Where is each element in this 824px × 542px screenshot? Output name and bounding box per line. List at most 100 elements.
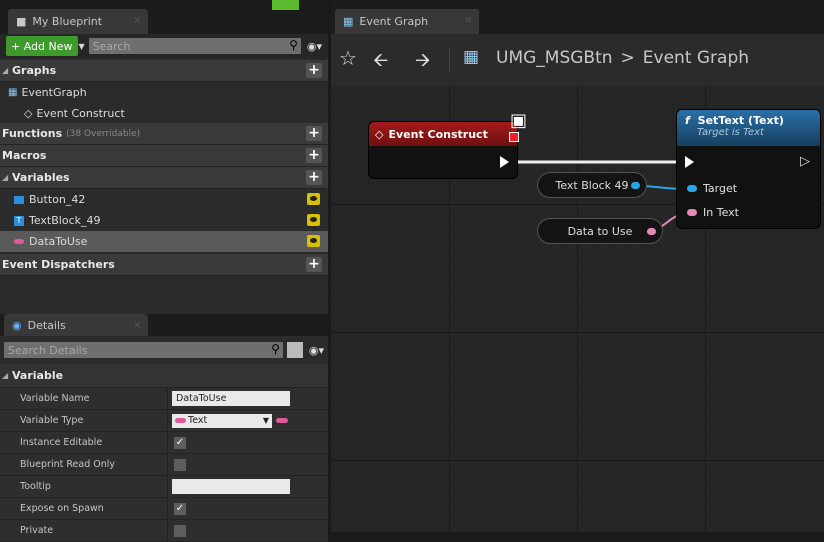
chevron-down-icon[interactable]: ▼ (79, 42, 85, 51)
view-options-icon[interactable]: ◉▾ (307, 40, 322, 53)
graph-canvas[interactable]: ◇ Event Construct ▣ f SetText (Text) Tar… (331, 86, 824, 532)
details-toolbar: Search Details ⚲ ◉▾ (0, 340, 328, 360)
forward-arrow-icon[interactable]: 🡪 (415, 46, 430, 78)
delegate-pin[interactable] (509, 132, 519, 142)
tooltip-field[interactable] (172, 479, 290, 494)
target-pin-row[interactable]: Target (687, 182, 737, 195)
visibility-eye-icon[interactable] (307, 193, 320, 205)
event-construct-node[interactable]: ◇ Event Construct ▣ (369, 110, 527, 178)
variable-item-selected[interactable]: DataToUse (0, 231, 328, 252)
collapse-icon[interactable]: ◢ (2, 371, 8, 380)
object-out-pin[interactable] (631, 182, 640, 189)
read-only-checkbox[interactable] (174, 458, 186, 471)
close-icon[interactable]: × (133, 13, 142, 26)
graph-nav-bar: ☆ 🡨 🡪 ▦ UMG_MSGBtn > Event Graph (331, 34, 824, 87)
breadcrumb-blueprint[interactable]: UMG_MSGBtn (496, 48, 613, 68)
variable-details-section[interactable]: ◢ Variable (0, 364, 328, 388)
add-function-button[interactable]: + (306, 126, 322, 141)
settext-node[interactable]: f SetText (Text) Target is Text ▷ Target… (677, 110, 820, 228)
variable-item[interactable]: Button_42 (0, 189, 328, 210)
my-blueprint-tab[interactable]: ■ My Blueprint × (8, 9, 148, 34)
visibility-eye-icon[interactable] (307, 214, 320, 226)
intext-pin-row[interactable]: In Text (687, 206, 739, 219)
divider (449, 48, 450, 72)
add-new-button[interactable]: + Add New (6, 36, 78, 56)
intext-pin[interactable] (687, 209, 697, 216)
variable-name: DataToUse (29, 235, 88, 248)
private-checkbox[interactable] (174, 524, 186, 537)
accent-marker (272, 0, 298, 10)
add-graph-button[interactable]: + (306, 63, 322, 78)
container-type-icon[interactable] (276, 418, 288, 423)
tree-item-event-graph[interactable]: ▦ EventGraph (0, 82, 328, 103)
event-dispatchers-section[interactable]: Event Dispatchers + (0, 254, 328, 276)
functions-section[interactable]: Functions (38 Overridable) + (0, 123, 328, 145)
search-icon[interactable]: ⚲ (271, 342, 280, 356)
macros-label: Macros (2, 149, 47, 162)
blueprint-search-input[interactable]: Search ⚲ (88, 38, 301, 54)
add-variable-button[interactable]: + (306, 170, 322, 185)
property-label: Blueprint Read Only (0, 454, 168, 475)
variable-properties: Variable Name DataToUse Variable Type Te… (0, 388, 328, 542)
add-dispatcher-button[interactable]: + (306, 257, 322, 272)
textblock-variable-node[interactable]: Text Block 49 (537, 172, 647, 198)
variable-name: Button_42 (29, 193, 86, 206)
graph-tab-bar: ▦ Event Graph × (273, 0, 824, 34)
details-icon: ◉ (12, 318, 22, 332)
intext-pin-label: In Text (703, 206, 739, 219)
target-pin[interactable] (687, 185, 697, 192)
visibility-eye-icon[interactable] (307, 235, 320, 247)
text-type-icon (175, 418, 186, 423)
star-icon[interactable]: ☆ (339, 46, 357, 70)
variable-section-label: Variable (12, 369, 64, 382)
variable-name-field[interactable]: DataToUse (172, 391, 290, 406)
variable-name: TextBlock_49 (29, 214, 101, 227)
details-tab[interactable]: ◉ Details × (4, 314, 148, 336)
event-graph-label: EventGraph (21, 86, 87, 99)
variable-item[interactable]: T TextBlock_49 (0, 210, 328, 231)
target-pin-label: Target (703, 182, 738, 195)
view-options-icon[interactable]: ◉▾ (309, 344, 324, 357)
details-search-placeholder: Search Details (8, 343, 88, 357)
details-tab-bar: ◉ Details × (0, 314, 328, 336)
expand-icon[interactable]: ◢ (2, 173, 8, 182)
exec-out-pin[interactable]: ▷ (800, 154, 810, 169)
object-type-icon (14, 195, 24, 204)
instance-editable-checkbox[interactable]: ✓ (174, 436, 186, 449)
settext-subtitle: Target is Text (697, 127, 764, 138)
settext-header: f SetText (Text) Target is Text (677, 110, 820, 146)
macros-section[interactable]: Macros + (0, 145, 328, 167)
expose-on-spawn-checkbox[interactable]: ✓ (174, 502, 186, 515)
variables-section[interactable]: ◢ Variables + (0, 167, 328, 189)
textblock-variable-label: Text Block 49 (555, 178, 629, 192)
exec-out-pin[interactable] (500, 156, 509, 168)
back-arrow-icon[interactable]: 🡨 (373, 46, 388, 78)
property-row: Variable Name DataToUse (0, 388, 328, 410)
add-macro-button[interactable]: + (306, 148, 322, 163)
my-blueprint-tab-label: My Blueprint (32, 15, 103, 28)
expand-icon[interactable]: ◢ (2, 66, 8, 75)
variable-type-dropdown[interactable]: Text ▼ (172, 413, 272, 428)
exec-in-pin[interactable] (685, 156, 694, 168)
close-icon[interactable]: × (133, 318, 142, 331)
graphs-section[interactable]: ◢ Graphs + (0, 60, 328, 82)
function-icon: f (685, 114, 690, 127)
settext-title: SetText (Text) (697, 114, 784, 127)
functions-count: (38 Overridable) (66, 128, 141, 139)
event-construct-label: Event Construct (36, 106, 125, 120)
text-out-pin[interactable] (647, 228, 656, 235)
text-widget-icon: T (14, 215, 24, 226)
breadcrumb-graph[interactable]: Event Graph (643, 48, 749, 68)
data-variable-node[interactable]: Data to Use (537, 218, 663, 244)
chevron-down-icon: ▼ (262, 416, 269, 425)
event-dispatchers-label: Event Dispatchers (2, 258, 115, 271)
property-label: Private (0, 520, 168, 541)
event-construct-header: ◇ Event Construct (369, 122, 517, 146)
event-graph-tab[interactable]: ▦ Event Graph × (335, 9, 479, 34)
tree-item-event-construct[interactable]: ◇ Event Construct (0, 103, 328, 123)
functions-label: Functions (2, 127, 63, 140)
property-matrix-icon[interactable] (286, 342, 303, 358)
details-search-input[interactable]: Search Details ⚲ (4, 342, 283, 358)
close-icon[interactable]: × (464, 13, 473, 26)
search-icon[interactable]: ⚲ (289, 38, 298, 52)
